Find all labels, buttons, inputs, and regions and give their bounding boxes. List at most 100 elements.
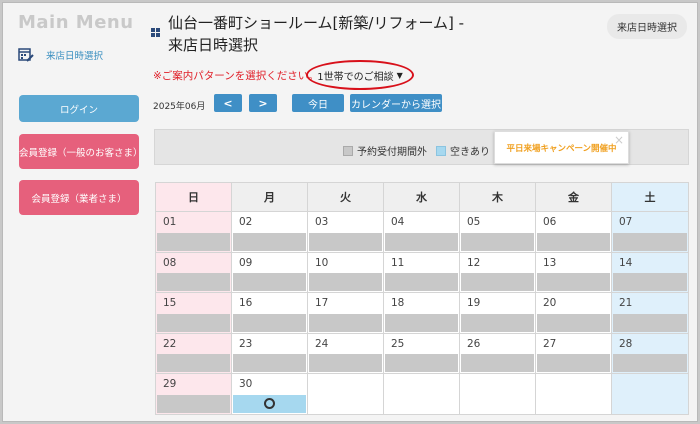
register-general-button[interactable]: 会員登録（一般のお客さま） [19, 134, 143, 169]
campaign-popup[interactable]: 平日来場キャンペーン開催中 × [494, 131, 629, 164]
closed-slot [613, 354, 687, 373]
day-number: 19 [467, 297, 481, 310]
closed-slot [233, 354, 306, 373]
closed-slot [461, 273, 534, 292]
calendar-day: 02 [232, 212, 308, 252]
day-number: 17 [315, 297, 329, 310]
closed-slot [537, 354, 610, 373]
calendar-grid: 日 月 火 水 木 金 土 01 02 03 04 05 06 07 08 09 10 11 12 13… [155, 182, 689, 415]
day-number: 18 [391, 297, 405, 310]
closed-slot [537, 313, 610, 332]
weekday-sat: 土 [612, 183, 688, 211]
closed-slot [233, 273, 306, 292]
day-number: 09 [239, 256, 253, 269]
sidebar: Main Menu 来店日時選択 ログイン 会員登録（一般のお客さま） 会員登録… [3, 3, 145, 421]
next-month-button[interactable]: > [249, 94, 277, 112]
closed-slot [157, 354, 230, 373]
weekday-fri: 金 [536, 183, 612, 211]
day-number: 16 [239, 297, 253, 310]
day-number: 23 [239, 337, 253, 350]
closed-slot [309, 232, 382, 251]
available-circle-icon [264, 398, 275, 410]
day-number: 08 [163, 256, 177, 269]
closed-slot [385, 354, 458, 373]
legend-available: 空きあり [436, 143, 490, 158]
calendar-day: 17 [308, 293, 384, 333]
calendar-day[interactable]: 30 [232, 374, 308, 414]
weekday-tue: 火 [308, 183, 384, 211]
calendar-day-empty [612, 374, 688, 414]
closed-slot [613, 273, 687, 292]
calendar-day: 21 [612, 293, 688, 333]
weekday-sun: 日 [156, 183, 232, 211]
page-title-line2: 来店日時選択 [168, 36, 259, 54]
calendar-day: 26 [460, 333, 536, 374]
day-number: 30 [239, 378, 253, 391]
day-number: 02 [239, 216, 253, 228]
grid-icon [151, 28, 161, 38]
weekday-thu: 木 [460, 183, 536, 211]
closed-slot [309, 273, 382, 292]
legend-available-label: 空きあり [450, 147, 490, 158]
calendar-day: 14 [612, 252, 688, 293]
pattern-select[interactable]: 1世帯でのご相談 ▼ [306, 60, 414, 90]
closed-slot [157, 394, 230, 413]
closed-slot [461, 313, 534, 332]
calendar-week: 22 23 24 25 26 27 28 [156, 332, 688, 374]
calendar-day: 27 [536, 333, 612, 374]
closed-slot [157, 313, 230, 332]
closed-swatch [343, 145, 353, 156]
closed-slot [157, 232, 230, 251]
sidebar-item-calendar[interactable]: 来店日時選択 [18, 47, 103, 63]
day-number: 21 [619, 297, 633, 310]
closed-slot [157, 273, 230, 292]
day-number: 11 [391, 256, 405, 269]
day-number: 22 [163, 337, 177, 350]
close-icon[interactable]: × [614, 133, 624, 147]
prev-month-button[interactable]: < [214, 94, 242, 112]
closed-slot [461, 232, 534, 251]
day-number: 25 [391, 337, 405, 350]
day-number: 12 [467, 256, 481, 269]
closed-slot [385, 232, 458, 251]
calendar-day: 03 [308, 212, 384, 252]
day-number: 24 [315, 337, 329, 350]
day-number: 26 [467, 337, 481, 350]
calendar-day: 11 [384, 252, 460, 293]
calendar-weeks: 01 02 03 04 05 06 07 08 09 10 11 12 13 14 15 16 17 18 19 20… [156, 211, 688, 414]
day-number: 05 [467, 216, 481, 228]
calendar-week: 01 02 03 04 05 06 07 [156, 211, 688, 252]
day-number: 01 [163, 216, 177, 228]
calendar-day: 08 [156, 252, 232, 293]
day-number: 07 [619, 216, 633, 228]
day-number: 15 [163, 297, 177, 310]
calendar-week: 15 16 17 18 19 20 21 [156, 292, 688, 333]
pattern-select-value: 1世帯でのご相談 [317, 71, 394, 83]
day-number: 29 [163, 378, 177, 391]
calendar-day-empty [536, 374, 612, 414]
calendar-day: 22 [156, 333, 232, 374]
day-number: 04 [391, 216, 405, 228]
calendar-day: 12 [460, 252, 536, 293]
day-number: 14 [619, 256, 633, 269]
closed-slot [309, 313, 382, 332]
calendar-week: 08 09 10 11 12 13 14 [156, 251, 688, 293]
calendar-header: 日 月 火 水 木 金 土 [156, 183, 688, 211]
day-number: 10 [315, 256, 329, 269]
chevron-down-icon: ▼ [396, 70, 403, 80]
closed-slot [233, 232, 306, 251]
register-business-button[interactable]: 会員登録（業者さま） [19, 180, 139, 215]
calendar-day: 29 [156, 374, 232, 414]
login-button[interactable]: ログイン [19, 95, 139, 122]
calendar-select-button[interactable]: カレンダーから選択 [350, 94, 442, 112]
calendar-day: 19 [460, 293, 536, 333]
calendar-day-empty [308, 374, 384, 414]
day-number: 27 [543, 337, 557, 350]
sidebar-item-label: 来店日時選択 [46, 51, 104, 62]
calendar-day: 13 [536, 252, 612, 293]
calendar-day: 24 [308, 333, 384, 374]
available-slot[interactable] [233, 394, 306, 413]
today-button[interactable]: 今日 [292, 94, 344, 112]
campaign-text: 平日来場キャンペーン開催中 [506, 143, 617, 154]
calendar-day: 09 [232, 252, 308, 293]
